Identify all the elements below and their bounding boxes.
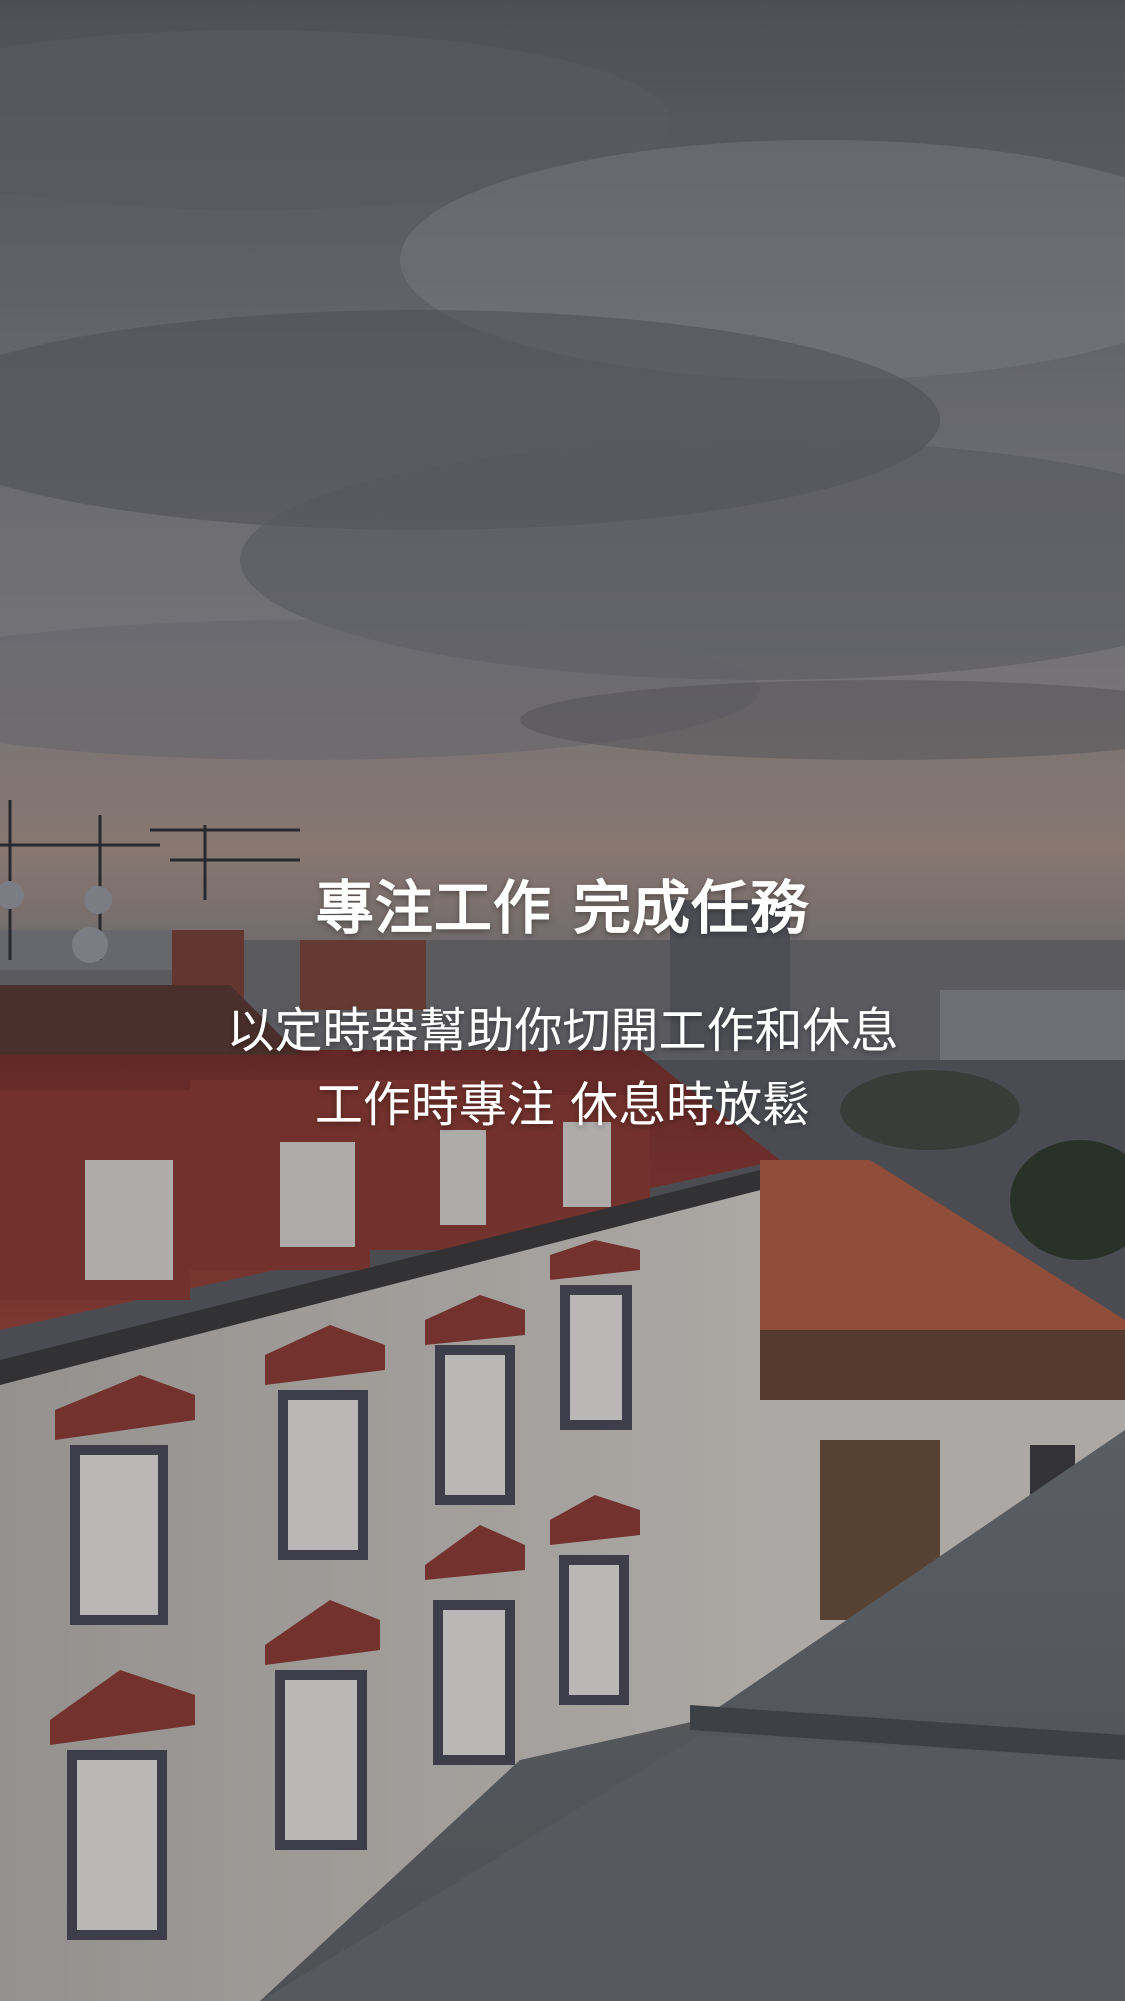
- description-line: 以定時器幫助你切開工作和休息: [226, 1003, 899, 1059]
- page-title: 專注工作 完成任務: [315, 874, 810, 942]
- onboarding-text: 專注工作 完成任務 以定時器幫助你切開工作和休息 工作時專注 休息時放鬆: [0, 870, 1125, 1142]
- description-line: 工作時專注 休息時放鬆: [314, 1077, 811, 1133]
- description: 以定時器幫助你切開工作和休息 工作時專注 休息時放鬆: [0, 994, 1125, 1142]
- onboarding-screen: 專注工作 完成任務 以定時器幫助你切開工作和休息 工作時專注 休息時放鬆: [0, 0, 1125, 2001]
